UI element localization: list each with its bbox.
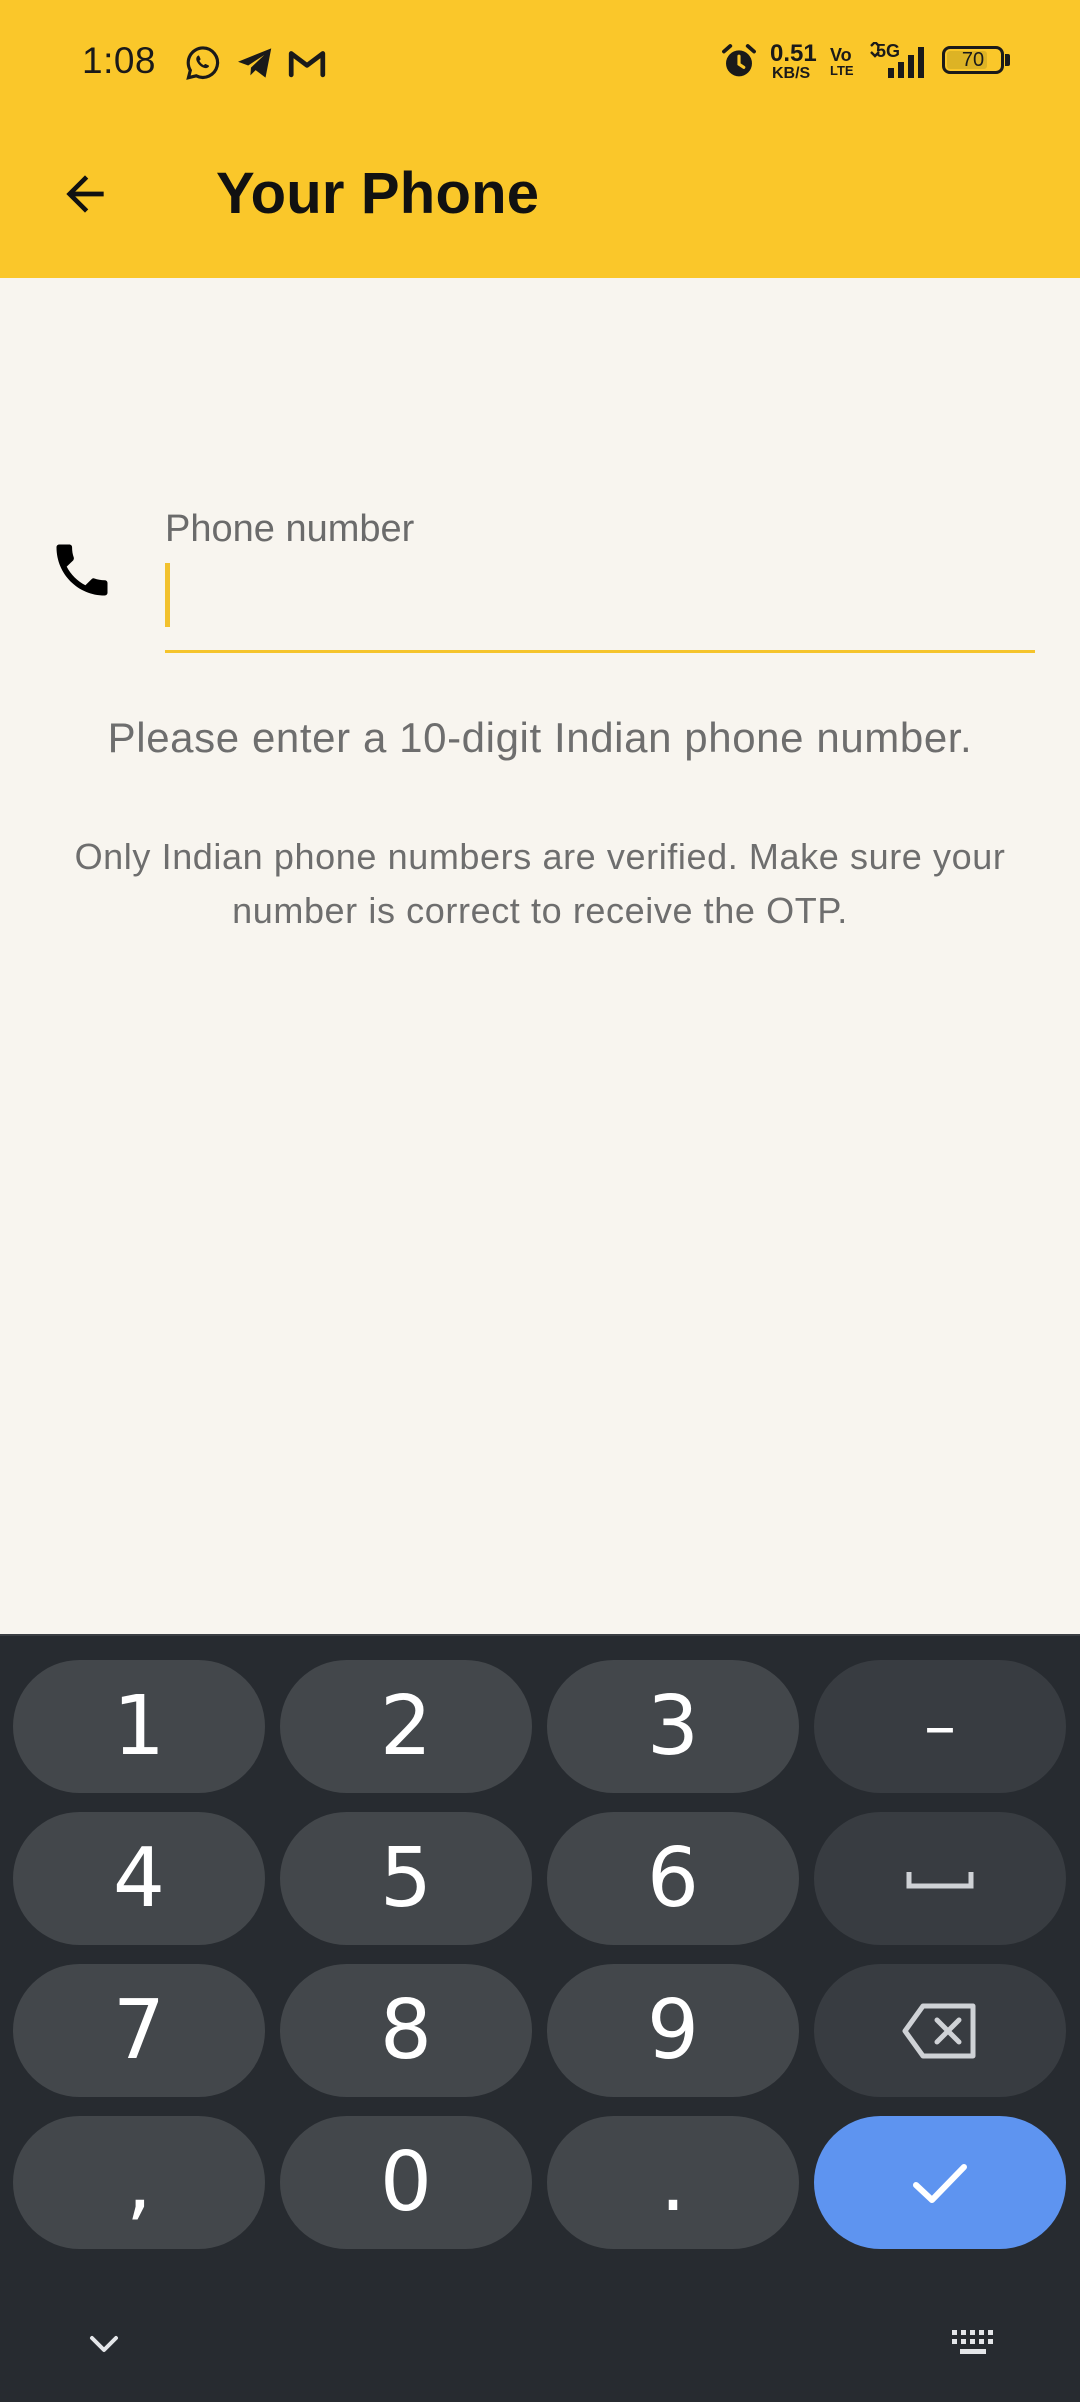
key-9[interactable]: 9 — [547, 1964, 799, 2097]
keyboard-icon[interactable] — [950, 2328, 1000, 2362]
phone-icon — [56, 544, 108, 596]
check-icon — [913, 2163, 967, 2203]
otp-note: Only Indian phone numbers are verified. … — [74, 836, 1006, 931]
key-done[interactable] — [814, 2116, 1066, 2249]
status-time: 1:08 — [82, 40, 157, 81]
text-cursor — [165, 563, 170, 627]
space-icon — [906, 1871, 974, 1888]
key-4[interactable]: 4 — [13, 1812, 265, 1945]
key-2[interactable]: 2 — [280, 1660, 532, 1793]
net-speed-value: 0.51 — [770, 40, 817, 67]
backspace-icon — [902, 2003, 976, 2058]
key-3[interactable]: 3 — [547, 1660, 799, 1793]
battery-tip — [1005, 54, 1010, 66]
key-8[interactable]: 8 — [280, 1964, 532, 2097]
key-space[interactable] — [814, 1812, 1066, 1945]
back-button[interactable] — [40, 152, 130, 236]
key-1[interactable]: 1 — [13, 1660, 265, 1793]
app-bar: 1:08 0.51 KB/S Vo LTE 5G 70 Your Phone — [0, 0, 1080, 278]
signal-icon — [870, 42, 924, 78]
battery-icon: 70 — [942, 46, 1004, 74]
net-speed-unit: KB/S — [772, 65, 811, 82]
whatsapp-icon — [186, 46, 220, 80]
chevron-down-icon[interactable] — [84, 2330, 124, 2360]
alarm-icon — [722, 44, 756, 77]
numeric-keyboard: 1 2 3 – 4 5 6 7 8 9 , 0 . — [0, 1634, 1080, 2402]
key-5[interactable]: 5 — [280, 1812, 532, 1945]
helper-text: Please enter a 10-digit Indian phone num… — [107, 714, 973, 761]
key-backspace[interactable] — [814, 1964, 1066, 2097]
key-comma[interactable]: , — [13, 2116, 265, 2249]
key-dash[interactable]: – — [814, 1660, 1066, 1793]
key-6[interactable]: 6 — [547, 1812, 799, 1945]
telegram-icon — [238, 48, 272, 78]
volte-bottom: LTE — [830, 63, 854, 78]
phone-number-input[interactable] — [165, 560, 1035, 653]
key-0[interactable]: 0 — [280, 2116, 532, 2249]
arrow-back-icon — [66, 175, 104, 213]
page-title: Your Phone — [216, 161, 540, 226]
key-7[interactable]: 7 — [13, 1964, 265, 2097]
key-period[interactable]: . — [547, 2116, 799, 2249]
volte-top: Vo — [830, 45, 852, 65]
gmail-icon — [288, 51, 326, 78]
phone-number-label: Phone number — [165, 508, 415, 550]
battery-level: 70 — [961, 49, 985, 71]
